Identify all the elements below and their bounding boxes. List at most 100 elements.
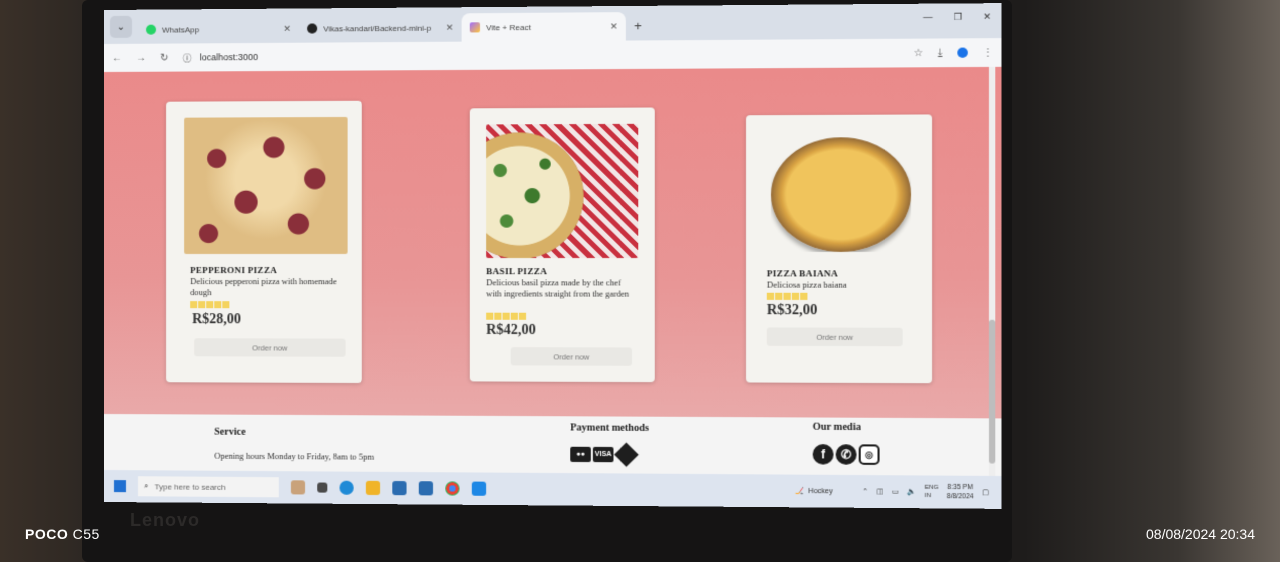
basil-pizza-graphic: [486, 132, 583, 258]
chevron-up-icon[interactable]: ⌃: [862, 487, 868, 495]
visa-icon: VISA: [593, 447, 614, 462]
star-icon: [190, 301, 197, 308]
vite-icon: [470, 22, 480, 32]
product-description: Delicious basil pizza made by the chef w…: [486, 277, 635, 298]
instagram-icon[interactable]: ◎: [859, 444, 880, 465]
star-icon: [206, 301, 213, 308]
star-icon: [198, 301, 205, 308]
taskbar-search[interactable]: ⌕ Type here to search: [138, 476, 279, 497]
product-card-pepperoni: PEPPERONI PIZZA Delicious pepperoni pizz…: [166, 101, 362, 383]
laptop-brand-logo: Lenovo: [130, 510, 200, 531]
device-brand: POCO: [25, 526, 68, 542]
forward-icon[interactable]: →: [136, 52, 146, 63]
product-price: R$28,00: [192, 312, 241, 328]
products-section: PEPPERONI PIZZA Delicious pepperoni pizz…: [104, 67, 1002, 419]
minimize-icon[interactable]: —: [923, 12, 932, 23]
product-image: [486, 124, 638, 258]
product-image: [771, 137, 911, 252]
social-icons: f ✆ ◎: [813, 444, 880, 465]
store-icon[interactable]: [392, 481, 406, 495]
product-rating: [486, 313, 526, 320]
product-description: Delicious pepperoni pizza with homemade …: [190, 276, 341, 297]
tab-github[interactable]: Vikas-kandari/Backend-mini-p ✕: [299, 13, 462, 42]
pix-icon: [614, 442, 639, 466]
order-now-button[interactable]: Order now: [194, 338, 345, 357]
product-title: PEPPERONI PIZZA: [190, 265, 277, 275]
maximize-icon[interactable]: ❐: [954, 12, 963, 23]
site-footer: Service Opening hours Monday to Friday, …: [104, 414, 1002, 476]
mastercard-icon: ●●: [570, 447, 591, 462]
star-icon: [494, 313, 501, 320]
windows-start-icon[interactable]: [114, 480, 126, 492]
task-view-icon[interactable]: [317, 482, 327, 492]
taskbar-clock[interactable]: 8:35 PM 8/8/2024: [947, 483, 974, 502]
network-icon[interactable]: ◫: [877, 487, 884, 495]
tab-whatsapp[interactable]: WhatsApp ✕: [138, 15, 299, 44]
service-title: Service: [214, 427, 245, 438]
star-icon: [767, 293, 774, 300]
whatsapp-icon[interactable]: ✆: [836, 444, 857, 465]
search-placeholder: Type here to search: [155, 482, 226, 492]
close-icon[interactable]: ✕: [283, 23, 291, 34]
close-icon[interactable]: ✕: [610, 21, 618, 32]
tab-title: Vite + React: [486, 22, 604, 32]
product-card-baiana: PIZZA BAIANA Deliciosa pizza baiana R$32…: [746, 114, 932, 383]
menu-kebab-icon[interactable]: ⋮: [983, 47, 994, 58]
site-info-icon[interactable]: ⓘ: [183, 51, 192, 64]
edge-icon[interactable]: [339, 481, 353, 495]
hockey-icon: 🏒: [795, 487, 804, 495]
search-icon: ⌕: [144, 481, 148, 491]
whatsapp-icon: [146, 25, 156, 35]
back-icon[interactable]: ←: [112, 52, 122, 63]
weather-widget[interactable]: 🏒 Hockey: [795, 487, 833, 495]
laptop-screen: ⌄ WhatsApp ✕ Vikas-kandari/Backend-mini-…: [104, 3, 1002, 509]
facebook-icon[interactable]: f: [813, 444, 834, 465]
new-tab-button[interactable]: +: [634, 18, 642, 33]
star-icon: [792, 293, 799, 300]
star-icon: [783, 293, 790, 300]
profile-avatar-icon[interactable]: [957, 48, 968, 58]
product-title: BASIL PIZZA: [486, 266, 547, 276]
close-window-icon[interactable]: ✕: [983, 11, 991, 22]
star-icon: [775, 293, 782, 300]
close-icon[interactable]: ✕: [446, 22, 454, 33]
file-explorer-icon[interactable]: [366, 481, 380, 495]
volume-icon[interactable]: 🔈: [907, 488, 916, 496]
download-icon[interactable]: ⤓: [938, 47, 943, 58]
product-card-basil: BASIL PIZZA Delicious basil pizza made b…: [470, 107, 655, 382]
notification-icon[interactable]: ▢: [982, 488, 989, 496]
weather-label: Hockey: [808, 487, 832, 494]
tab-search-button[interactable]: ⌄: [110, 16, 132, 38]
tab-vite-react[interactable]: Vite + React ✕: [462, 12, 626, 42]
scrollbar-thumb[interactable]: [989, 320, 995, 464]
cat-widget-icon[interactable]: [291, 480, 305, 494]
payment-icons: ●● VISA: [570, 447, 637, 464]
tab-title: WhatsApp: [162, 24, 277, 34]
baiana-pizza-graphic: [771, 137, 911, 252]
page-scrollbar[interactable]: [989, 67, 995, 476]
star-icon: [511, 313, 518, 320]
order-now-button[interactable]: Order now: [511, 347, 632, 366]
clock-time: 8:35 PM: [947, 483, 974, 492]
reload-icon[interactable]: ↻: [160, 52, 168, 63]
product-price: R$32,00: [767, 303, 818, 319]
payment-methods-title: Payment methods: [570, 422, 649, 434]
camera-watermark-timestamp: 08/08/2024 20:34: [1146, 526, 1255, 542]
github-icon: [307, 23, 317, 33]
bookmark-star-icon[interactable]: ☆: [914, 47, 923, 58]
language-indicator[interactable]: ENG IN: [925, 484, 939, 501]
chrome-icon[interactable]: [445, 481, 459, 495]
our-media-title: Our media: [813, 422, 861, 434]
battery-icon[interactable]: ▭: [892, 488, 899, 496]
page-viewport: PEPPERONI PIZZA Delicious pepperoni pizz…: [104, 67, 1002, 476]
mail-icon[interactable]: [419, 481, 433, 495]
product-description: Deliciosa pizza baiana: [767, 279, 913, 290]
product-title: PIZZA BAIANA: [767, 268, 838, 278]
address-bar[interactable]: ⓘ localhost:3000: [183, 43, 900, 68]
order-now-button[interactable]: Order now: [767, 327, 903, 346]
star-icon: [214, 301, 221, 308]
vscode-icon[interactable]: [472, 482, 486, 496]
star-icon: [800, 293, 807, 300]
system-tray: 🏒 Hockey ⌃ ◫ ▭ 🔈 ENG IN 8:35 PM 8/8/2024…: [795, 482, 1002, 502]
product-rating: [767, 293, 808, 300]
